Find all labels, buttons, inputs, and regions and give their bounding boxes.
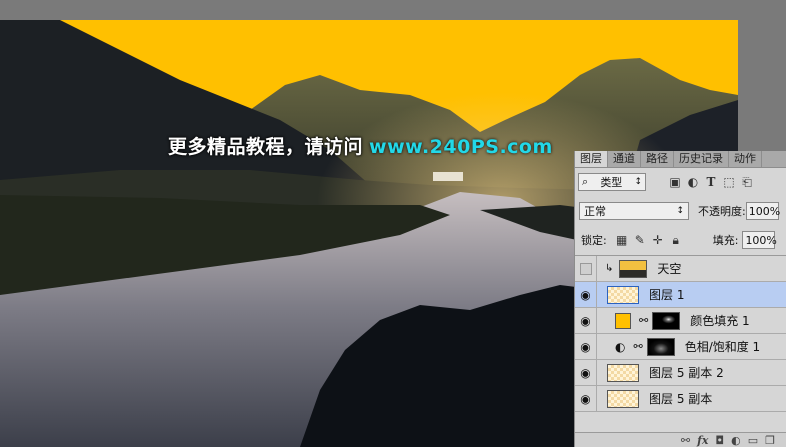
eye-icon: ◉ xyxy=(580,313,591,328)
lock-all-icon[interactable]: 🔒︎ xyxy=(667,231,685,249)
search-icon: ⌕ xyxy=(582,175,589,188)
layers-panel: 图层 通道 路径 历史记录 动作 ⌕ 类型 ↕ ▣ ◐ T ⬚ ⎗ 正常 ↕ 不… xyxy=(574,151,786,447)
fill-color-swatch[interactable] xyxy=(615,312,631,329)
fx-icon[interactable]: fx xyxy=(697,434,708,447)
filter-kind-label: 类型 xyxy=(600,176,623,189)
new-layer-icon[interactable]: ❐ xyxy=(765,434,775,447)
visibility-toggle[interactable]: ◉ xyxy=(575,334,597,359)
lock-transparent-icon[interactable]: ▦ xyxy=(613,231,631,249)
filter-kind-select[interactable]: ⌕ 类型 ↕ xyxy=(578,173,646,191)
eye-icon: ◉ xyxy=(580,365,591,380)
watermark-text: 更多精品教程，请访问 xyxy=(168,136,364,158)
lock-row: 锁定: ▦ ✎ ✛ 🔒︎ 填充: 100% xyxy=(575,228,786,252)
lock-move-icon[interactable]: ✛ xyxy=(649,231,667,249)
layer-thumbnail xyxy=(619,259,648,278)
link-icon: ⚯ xyxy=(639,314,649,327)
opacity-input[interactable]: 100% xyxy=(745,202,780,220)
layer-thumbnail xyxy=(607,363,639,382)
layer-row-layer5-copy[interactable]: ◉ 图层 5 副本 xyxy=(575,386,786,412)
tab-history[interactable]: 历史记录 xyxy=(674,151,729,167)
layer-mask-thumbnail xyxy=(646,337,675,356)
blend-mode-select[interactable]: 正常 ↕ xyxy=(579,202,689,220)
updown-icon: ↕ xyxy=(676,206,684,216)
watermark: 更多精品教程，请访问 www.240PS.com xyxy=(168,132,553,159)
visibility-toggle[interactable] xyxy=(575,256,597,281)
blend-row: 正常 ↕ 不透明度: 100% xyxy=(575,199,786,223)
layer-thumbnail xyxy=(607,389,639,408)
layer-name: 天空 xyxy=(657,262,682,276)
clip-arrow-icon: ↳ xyxy=(605,263,614,274)
smart-object-filter-icon[interactable]: ⎗ xyxy=(738,173,756,191)
adjustment-filter-icon[interactable]: ◐ xyxy=(684,173,702,191)
adjustment-icon[interactable]: ◐ xyxy=(731,434,741,447)
layer-row-layer1[interactable]: ◉ 图层 1 xyxy=(575,282,786,308)
tab-actions[interactable]: 动作 xyxy=(729,151,762,167)
visibility-toggle[interactable]: ◉ xyxy=(575,282,597,307)
layer-mask-thumbnail xyxy=(652,311,681,330)
layer-name: 图层 5 副本 xyxy=(649,392,713,406)
updown-icon: ↕ xyxy=(634,177,642,187)
layer-name: 颜色填充 1 xyxy=(690,314,750,328)
lock-brush-icon[interactable]: ✎ xyxy=(631,231,649,249)
layers-list: ↳ 天空 ◉ 图层 1 ◉ ⚯ 颜色填充 1 ◉ ◐ ⚯ 色相/饱和度 1 ◉ … xyxy=(575,255,786,432)
visibility-toggle[interactable]: ◉ xyxy=(575,386,597,411)
eye-icon: ◉ xyxy=(580,391,591,406)
hidden-box-icon xyxy=(579,262,592,275)
layer-row-hue-sat[interactable]: ◉ ◐ ⚯ 色相/饱和度 1 xyxy=(575,334,786,360)
fill-input[interactable]: 100% xyxy=(742,231,777,249)
lock-label: 锁定: xyxy=(581,234,607,247)
fill-label: 填充: xyxy=(712,234,739,247)
opacity-label: 不透明度: xyxy=(698,205,746,218)
filter-row: ⌕ 类型 ↕ ▣ ◐ T ⬚ ⎗ xyxy=(575,170,786,194)
type-filter-icon[interactable]: T xyxy=(702,173,720,191)
tab-channels[interactable]: 通道 xyxy=(608,151,641,167)
layer-row-layer5-copy2[interactable]: ◉ 图层 5 副本 2 xyxy=(575,360,786,386)
layer-name: 图层 1 xyxy=(649,288,685,302)
folder-icon[interactable]: ▭ xyxy=(748,434,758,447)
layers-bottom-bar: ⚯ fx ◘ ◐ ▭ ❐ xyxy=(575,432,786,447)
tab-layers[interactable]: 图层 xyxy=(575,151,608,167)
visibility-toggle[interactable]: ◉ xyxy=(575,308,597,333)
eye-icon: ◉ xyxy=(580,339,591,354)
shape-filter-icon[interactable]: ⬚ xyxy=(720,173,738,191)
image-filter-icon[interactable]: ▣ xyxy=(666,173,684,191)
link-icon[interactable]: ⚯ xyxy=(681,434,690,447)
adjustment-layer-icon: ◐ xyxy=(615,339,626,354)
layer-thumbnail xyxy=(607,285,639,304)
layer-row-sky[interactable]: ↳ 天空 xyxy=(575,256,786,282)
link-icon: ⚯ xyxy=(633,340,643,353)
layer-name: 色相/饱和度 1 xyxy=(684,340,761,354)
mask-icon[interactable]: ◘ xyxy=(715,434,724,447)
layer-name: 图层 5 副本 2 xyxy=(649,366,724,380)
eye-icon: ◉ xyxy=(580,287,591,302)
blend-mode-value: 正常 xyxy=(584,205,606,218)
tab-paths[interactable]: 路径 xyxy=(641,151,674,167)
village-houses xyxy=(433,172,463,181)
watermark-url: www.240PS.com xyxy=(369,136,553,158)
visibility-toggle[interactable]: ◉ xyxy=(575,360,597,385)
panel-tabs: 图层 通道 路径 历史记录 动作 xyxy=(575,151,786,168)
layer-row-color-fill[interactable]: ◉ ⚯ 颜色填充 1 xyxy=(575,308,786,334)
